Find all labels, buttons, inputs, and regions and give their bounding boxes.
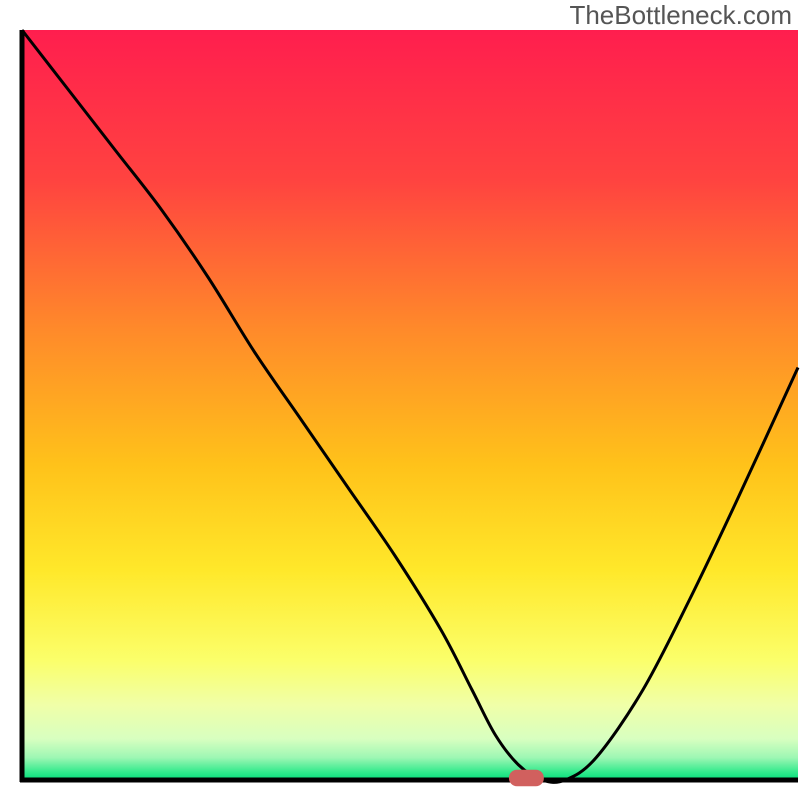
optimal-marker <box>509 770 544 787</box>
watermark-text: TheBottleneck.com <box>569 0 792 31</box>
bottleneck-chart <box>0 0 800 800</box>
chart-container: TheBottleneck.com <box>0 0 800 800</box>
plot-background <box>22 30 798 780</box>
